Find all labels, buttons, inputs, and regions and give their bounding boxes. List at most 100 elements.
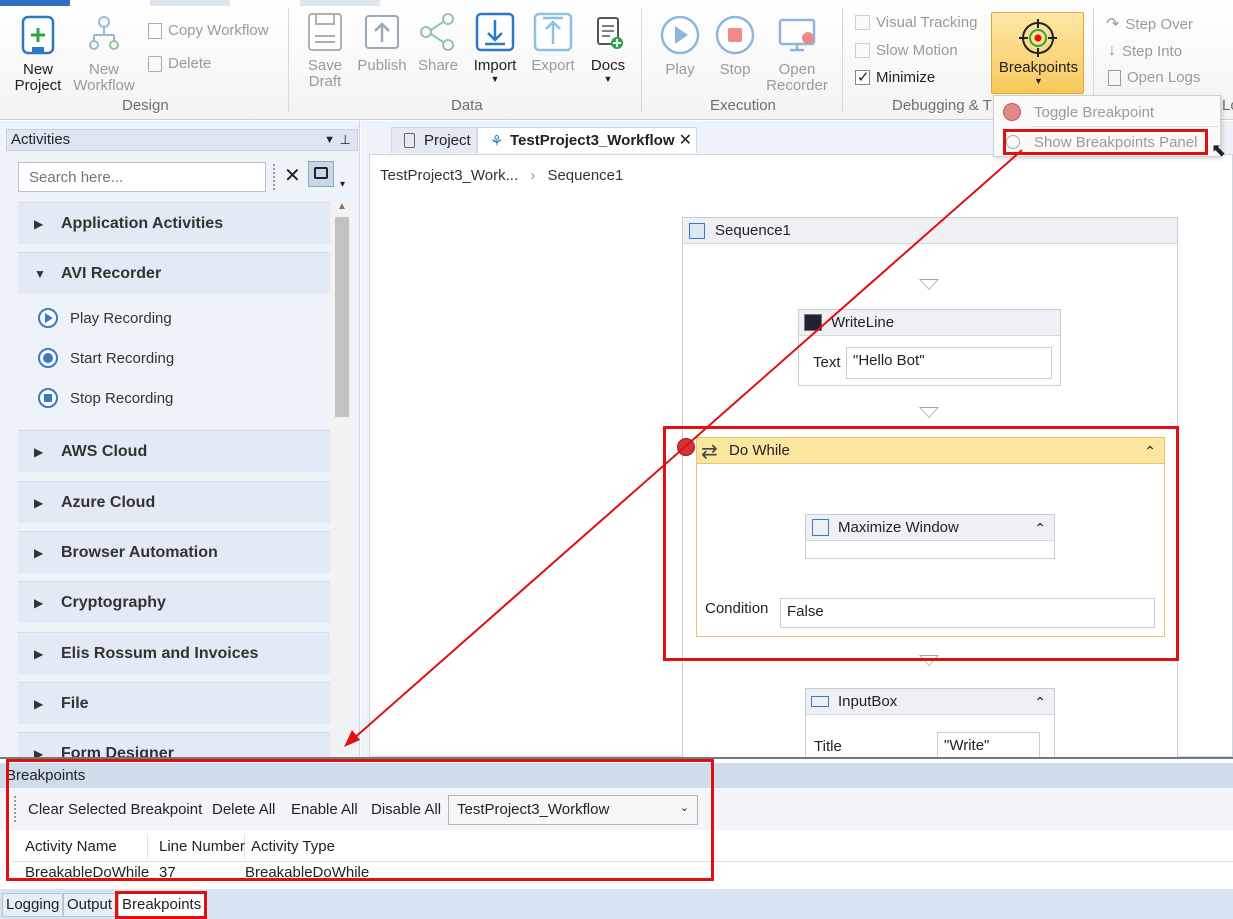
scroll-up-icon[interactable]: ▲: [337, 201, 347, 212]
visual-tracking-checkbox[interactable]: Visual Tracking: [855, 14, 977, 31]
ribbon-tab[interactable]: [150, 0, 230, 6]
chevron-down-icon: ▼: [603, 74, 613, 84]
minimize-checkbox[interactable]: Minimize: [855, 68, 936, 86]
open-logs-button[interactable]: Open Logs: [1108, 69, 1200, 86]
breadcrumb-item[interactable]: Sequence1: [547, 167, 623, 184]
ribbon-tab[interactable]: [300, 0, 380, 6]
collapse-icon[interactable]: ⌃: [1034, 689, 1046, 715]
category-application-activities[interactable]: ▶ Application Activities: [18, 202, 330, 244]
tab-project[interactable]: Project: [391, 127, 477, 153]
maximize-window-activity[interactable]: Maximize Window ⌃: [805, 514, 1055, 559]
breakpoint-marker-icon[interactable]: [677, 438, 695, 456]
column-divider[interactable]: [147, 835, 148, 859]
mouse-cursor-icon: ⬉: [1211, 140, 1227, 160]
delete-button[interactable]: Delete: [148, 55, 211, 72]
new-project-button[interactable]: New Project: [10, 14, 66, 94]
save-draft-button[interactable]: Save Draft: [300, 12, 350, 90]
collapse-icon[interactable]: ⌃: [1034, 515, 1046, 541]
docs-button[interactable]: Docs ▼: [586, 12, 630, 84]
breadcrumb: TestProject3_Work... › Sequence1: [380, 167, 623, 184]
slow-motion-checkbox[interactable]: Slow Motion: [855, 42, 958, 59]
activities-title: Activities: [11, 131, 71, 148]
category-cryptography[interactable]: ▶ Cryptography: [18, 581, 330, 623]
new-project-icon: [21, 15, 55, 55]
step-into-label: Step Into: [1122, 42, 1183, 60]
category-azure-cloud[interactable]: ▶ Azure Cloud: [18, 481, 330, 523]
activities-scrollbar[interactable]: ▲: [332, 199, 352, 759]
menu-item-show-breakpoints-panel[interactable]: Show Breakpoints Panel: [994, 127, 1220, 157]
scrollbar-thumb[interactable]: [335, 217, 349, 417]
inputbox-title-input[interactable]: "Write": [937, 732, 1040, 760]
writeline-activity[interactable]: WriteLine Text "Hello Bot": [798, 309, 1061, 386]
writeline-text-input[interactable]: "Hello Bot": [846, 347, 1052, 379]
toolbar-grip: [14, 796, 16, 822]
copy-workflow-button[interactable]: Copy Workflow: [148, 22, 269, 39]
clear-search-icon[interactable]: ✕: [284, 163, 301, 188]
breadcrumb-item[interactable]: TestProject3_Work...: [380, 167, 518, 184]
workflow-canvas[interactable]: TestProject3_Work... › Sequence1 Sequenc…: [369, 154, 1233, 760]
close-tab-icon[interactable]: ✕: [679, 128, 692, 154]
category-aws-cloud[interactable]: ▶ AWS Cloud: [18, 430, 330, 472]
tab-testproject3-workflow[interactable]: ⚘ TestProject3_Workflow ✕: [477, 127, 697, 153]
column-header-activity-type[interactable]: Activity Type: [251, 838, 335, 855]
breakpoints-button[interactable]: Breakpoints ▼: [991, 12, 1084, 94]
collapse-all-button[interactable]: [308, 161, 334, 187]
column-header-line-number[interactable]: Line Number: [159, 838, 245, 855]
tab-breakpoints[interactable]: Breakpoints: [118, 893, 206, 917]
collapse-arrow-icon: ▼: [34, 267, 46, 281]
clear-selected-breakpoint-button[interactable]: Clear Selected Breakpoint: [28, 801, 202, 818]
stop-recording-icon: [38, 388, 58, 408]
open-logs-label: Open Logs: [1127, 69, 1201, 86]
step-over-button[interactable]: ↷ Step Over: [1106, 14, 1193, 34]
category-browser-automation[interactable]: ▶ Browser Automation: [18, 531, 330, 573]
app-tab[interactable]: [0, 0, 70, 6]
condition-input[interactable]: False: [780, 598, 1155, 628]
panel-menu-icon[interactable]: ▼: [324, 130, 335, 150]
activity-play-recording[interactable]: Play Recording: [38, 308, 172, 328]
category-avi-recorder[interactable]: ▼ AVI Recorder: [18, 252, 330, 294]
collapse-icon[interactable]: ⌃: [1144, 438, 1156, 464]
dowhile-header: ⇄ Do While ⌃: [697, 438, 1164, 464]
cell-activity-type: BreakableDoWhile: [245, 864, 370, 881]
new-workflow-button[interactable]: New Workflow: [72, 14, 136, 94]
drop-arrow-icon[interactable]: [919, 407, 939, 418]
category-label: Azure Cloud: [61, 494, 156, 511]
workflow-select[interactable]: TestProject3_Workflow ⌄: [448, 795, 698, 825]
tab-output[interactable]: Output: [63, 893, 117, 917]
disable-all-button[interactable]: Disable All: [371, 801, 441, 818]
publish-button[interactable]: Publish: [356, 12, 408, 74]
stop-label: Stop: [719, 61, 751, 78]
category-form-designer[interactable]: ▶ Form Designer: [18, 732, 330, 757]
workflow-icon: ⚘: [490, 133, 504, 150]
activity-start-recording[interactable]: Start Recording: [38, 348, 174, 368]
pin-icon[interactable]: ⊥: [340, 130, 351, 150]
enable-all-button[interactable]: Enable All: [291, 801, 358, 818]
workflow-icon: [89, 16, 119, 50]
export-button[interactable]: Export: [528, 12, 578, 74]
sequence-container[interactable]: Sequence1 WriteLine Text "Hello Bot" ⇄ D…: [677, 217, 1178, 760]
step-into-button[interactable]: ↓ Step Into: [1108, 42, 1182, 60]
inputbox-activity[interactable]: InputBox ⌃ Title "Write": [805, 688, 1055, 760]
stop-button[interactable]: Stop: [711, 14, 759, 78]
drop-arrow-icon[interactable]: [919, 655, 939, 666]
activity-stop-recording[interactable]: Stop Recording: [38, 388, 173, 408]
activities-search-input[interactable]: [18, 162, 266, 192]
play-button[interactable]: Play: [656, 14, 704, 78]
menu-item-toggle-breakpoint[interactable]: Toggle Breakpoint: [994, 97, 1220, 127]
share-button[interactable]: Share: [414, 12, 462, 74]
category-file[interactable]: ▶ File: [18, 682, 330, 724]
delete-all-button[interactable]: Delete All: [212, 801, 275, 818]
minimize-label: Minimize: [876, 69, 936, 86]
column-header-activity-name[interactable]: Activity Name: [25, 838, 117, 855]
breakpoints-label: Breakpoints: [998, 59, 1079, 76]
dowhile-activity[interactable]: ⇄ Do While ⌃ Maximize Window ⌃ Condition…: [696, 437, 1165, 637]
category-label: Application Activities: [61, 215, 224, 232]
export-label: Export: [531, 57, 575, 74]
category-elis-rossum[interactable]: ▶ Elis Rossum and Invoices: [18, 632, 330, 674]
overflow-icon[interactable]: ▾: [340, 179, 345, 190]
tab-logging[interactable]: Logging: [2, 893, 64, 917]
category-label: AWS Cloud: [61, 443, 148, 460]
import-button[interactable]: Import ▼: [468, 12, 522, 84]
open-recorder-button[interactable]: Open Recorder: [766, 14, 828, 94]
drop-arrow-icon[interactable]: [919, 279, 939, 290]
